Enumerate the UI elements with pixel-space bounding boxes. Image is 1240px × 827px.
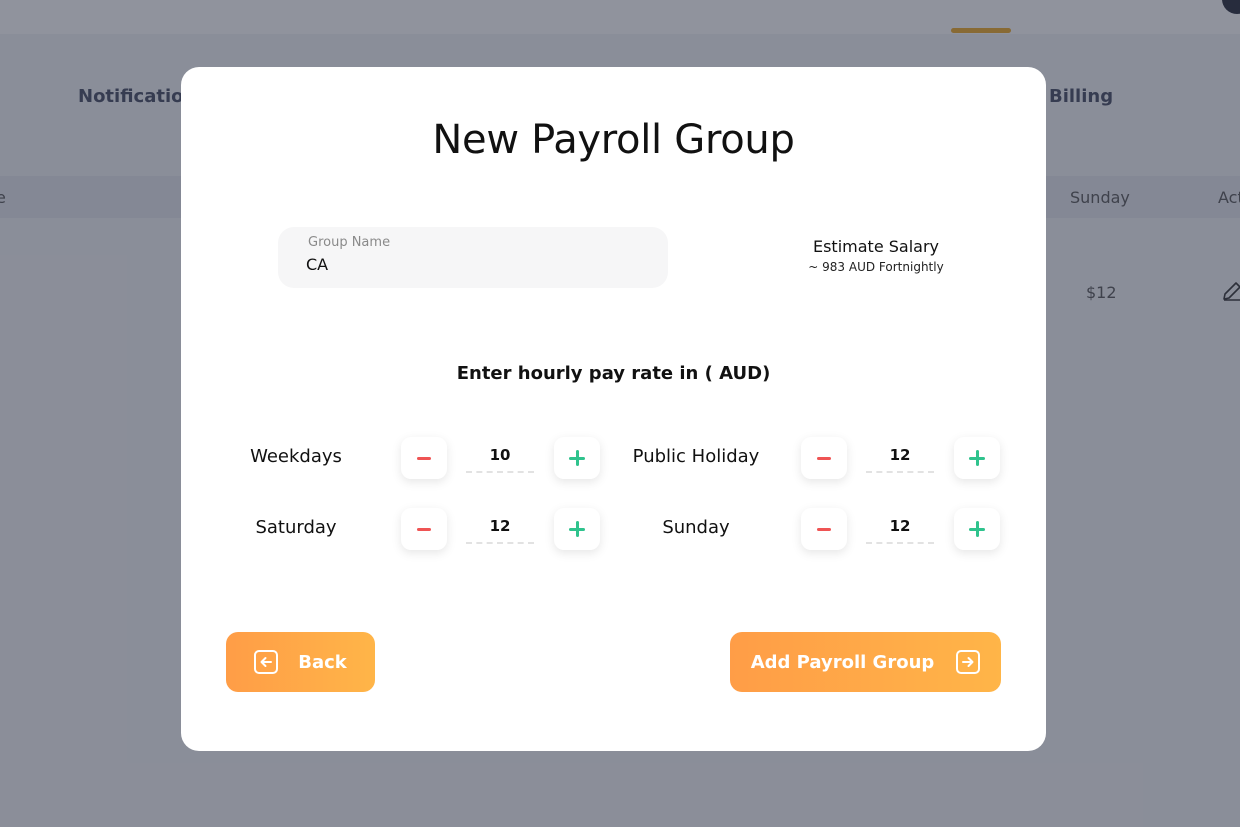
add-payroll-group-label: Add Payroll Group [750,651,935,673]
minus-icon [817,456,831,460]
saturday-rate-input[interactable] [466,510,534,544]
sunday-increment-button[interactable] [954,508,1000,550]
minus-icon [817,527,831,531]
sunday-rate-input[interactable] [866,510,934,544]
back-button[interactable]: Back [226,632,375,692]
weekdays-decrement-button[interactable] [401,437,447,479]
weekdays-label: Weekdays [250,446,342,467]
add-payroll-group-button[interactable]: Add Payroll Group [730,632,1001,692]
rate-heading: Enter hourly pay rate in ( AUD) [456,363,771,384]
public-holiday-increment-button[interactable] [954,437,1000,479]
weekdays-rate-input[interactable] [466,439,534,473]
arrow-left-box-icon [254,650,279,674]
estimate-salary: Estimate Salary ~ 983 AUD Fortnightly [776,237,976,274]
saturday-decrement-button[interactable] [401,508,447,550]
estimate-salary-title: Estimate Salary [812,237,939,256]
minus-icon [417,456,431,460]
sunday-label: Sunday [662,517,730,538]
group-name-input[interactable] [306,252,636,276]
saturday-increment-button[interactable] [554,508,600,550]
new-payroll-group-modal: New Payroll Group Group Name Estimate Sa… [181,67,1046,751]
plus-icon [969,521,985,537]
public-holiday-decrement-button[interactable] [801,437,847,479]
weekdays-increment-button[interactable] [554,437,600,479]
public-holiday-rate-input[interactable] [866,439,934,473]
public-holiday-label: Public Holiday [632,446,760,467]
arrow-right-box-icon [956,650,981,674]
plus-icon [969,450,985,466]
plus-icon [569,450,585,466]
group-name-field[interactable]: Group Name [278,227,668,288]
estimate-salary-value: ~ 983 AUD Fortnightly [808,260,944,274]
plus-icon [569,521,585,537]
saturday-label: Saturday [255,517,337,538]
modal-title: New Payroll Group [432,117,795,163]
back-button-label: Back [298,651,347,673]
sunday-decrement-button[interactable] [801,508,847,550]
group-name-label: Group Name [308,235,391,250]
minus-icon [417,527,431,531]
